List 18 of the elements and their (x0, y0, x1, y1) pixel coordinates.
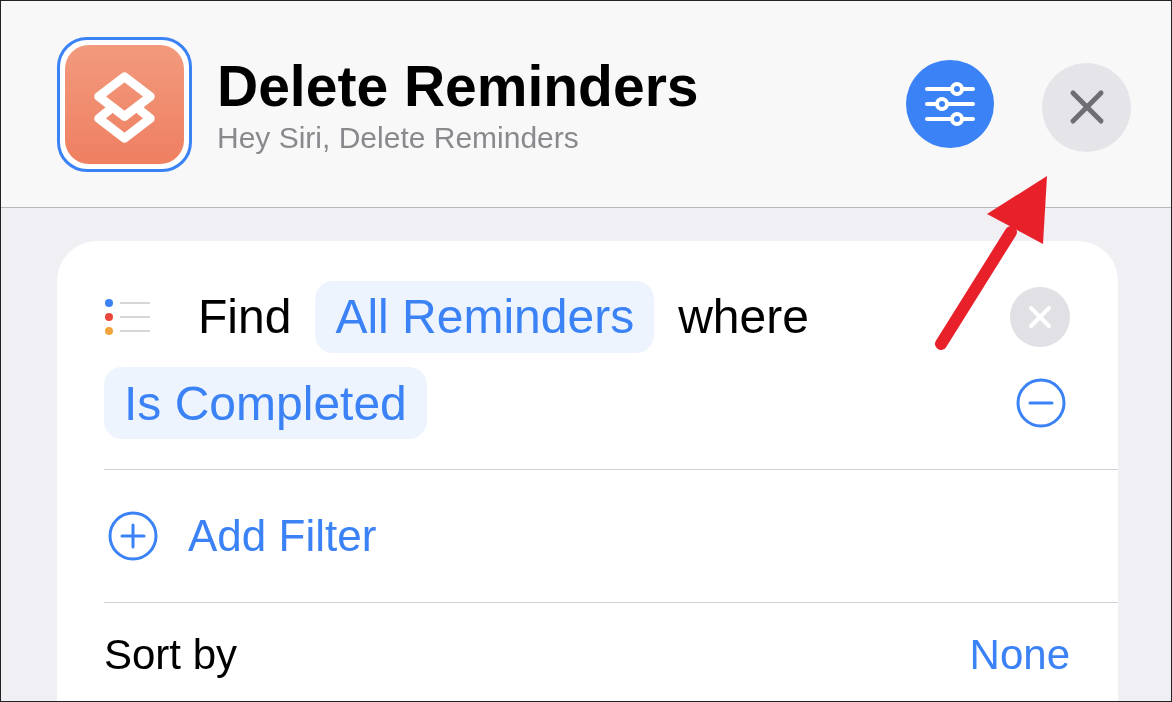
reminders-source-token[interactable]: All Reminders (315, 280, 655, 353)
minus-circle-icon (1016, 378, 1066, 428)
close-icon (1068, 89, 1105, 125)
app-icon (65, 44, 184, 164)
sort-value-button[interactable]: None (969, 631, 1070, 679)
add-filter-button[interactable]: Add Filter (108, 511, 377, 561)
close-icon (1028, 304, 1052, 329)
sort-by-label: Sort by (104, 631, 238, 679)
sliders-icon (924, 82, 976, 126)
shortcut-title: Delete Reminders (217, 53, 700, 119)
arrowhead (987, 176, 1047, 244)
find-label: Find (198, 289, 292, 344)
remove-filter-button[interactable] (1016, 378, 1066, 428)
reminders-list-icon (104, 297, 152, 336)
plus-circle-icon (108, 511, 158, 561)
where-label: where (678, 289, 809, 344)
shortcut-subtitle: Hey Siri, Delete Reminders (217, 121, 580, 155)
filter-token[interactable]: Is Completed (104, 367, 427, 439)
